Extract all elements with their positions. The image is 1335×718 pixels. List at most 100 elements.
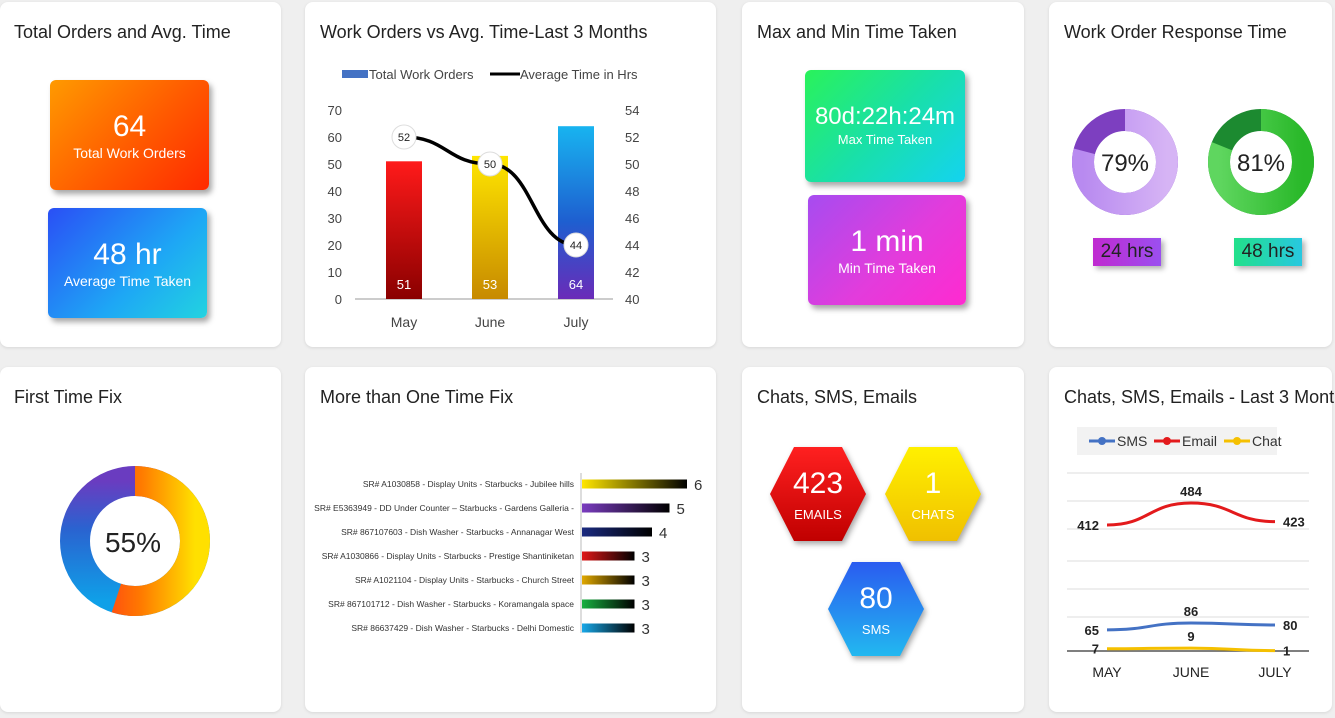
legend-bar-label: Total Work Orders bbox=[369, 67, 474, 82]
hbar-value-label: 6 bbox=[694, 477, 702, 494]
legend-bar-swatch bbox=[342, 70, 368, 78]
y-tick-label: 60 bbox=[328, 130, 342, 145]
bar-value-label: 51 bbox=[397, 277, 411, 292]
hbar bbox=[582, 479, 687, 489]
donut-79: 79% bbox=[1072, 109, 1178, 215]
card-title: Chats, SMS, Emails bbox=[757, 387, 918, 407]
trend-value-label: 9 bbox=[1187, 629, 1194, 644]
hbar bbox=[582, 551, 635, 561]
line-value-label: 44 bbox=[570, 240, 582, 252]
line-value-label: 50 bbox=[484, 159, 496, 171]
chats-hexagon[interactable]: 1 CHATS bbox=[885, 447, 981, 541]
hbar-category-label: SR# 867107603 - Dish Washer - Starbucks … bbox=[341, 527, 575, 537]
card-max-min: Max and Min Time Taken 80d:22h:24m Max T… bbox=[742, 2, 1024, 347]
card-first-time-fix: First Time Fix 55% bbox=[0, 367, 281, 712]
legend-line-label: Average Time in Hrs bbox=[520, 67, 638, 82]
hbar bbox=[582, 599, 635, 609]
total-work-orders-label: Total Work Orders bbox=[73, 145, 186, 161]
total-work-orders-tile[interactable]: 64 Total Work Orders bbox=[50, 80, 209, 190]
trend-value-label: 1 bbox=[1283, 644, 1290, 659]
hbar-category-label: SR# A1030866 - Display Units - Starbucks… bbox=[322, 551, 575, 561]
y-tick-label: 0 bbox=[335, 292, 342, 307]
trend-line-email bbox=[1106, 501, 1276, 527]
trend-legend-label: Chat bbox=[1252, 433, 1282, 449]
y2-tick-label: 54 bbox=[625, 103, 639, 118]
trend-value-label: 7 bbox=[1092, 642, 1099, 657]
work-orders-chart: Total Work Orders Average Time in Hrs 0 1… bbox=[328, 67, 640, 330]
y2-tick-label: 42 bbox=[625, 265, 639, 280]
min-time-tile[interactable]: 1 min Min Time Taken bbox=[808, 195, 966, 305]
trend-value-label: 412 bbox=[1077, 518, 1099, 533]
card-work-orders-chart: Work Orders vs Avg. Time-Last 3 Months T… bbox=[305, 2, 716, 347]
card-chats-sms-emails: Chats, SMS, Emails 423 EMAILS 1 CHATS 80… bbox=[742, 367, 1024, 712]
trend-legend-label: Email bbox=[1182, 433, 1217, 449]
hbar-category-label: SR# 86637429 - Dish Washer - Starbucks -… bbox=[351, 623, 574, 633]
trend-legend-marker bbox=[1233, 437, 1241, 445]
emails-hexagon[interactable]: 423 EMAILS bbox=[770, 447, 866, 541]
y-tick-label: 50 bbox=[328, 157, 342, 172]
donut-79-label: 79% bbox=[1101, 150, 1149, 177]
hbar bbox=[582, 575, 635, 585]
card-total-orders: Total Orders and Avg. Time 64 Total Work… bbox=[0, 2, 281, 347]
y2-tick-label: 40 bbox=[625, 292, 639, 307]
y-tick-label: 20 bbox=[328, 238, 342, 253]
trend-x-tick-label: JULY bbox=[1258, 664, 1292, 680]
response-donuts: 79% 81% bbox=[1072, 109, 1314, 215]
y-tick-label: 10 bbox=[328, 265, 342, 280]
hbar-value-label: 3 bbox=[642, 621, 650, 638]
hbar bbox=[582, 503, 670, 513]
max-time-tile[interactable]: 80d:22h:24m Max Time Taken bbox=[805, 70, 965, 182]
y-tick-label: 30 bbox=[328, 211, 342, 226]
card-chats-trend: Chats, SMS, Emails - Last 3 Months SMS Em… bbox=[1049, 367, 1335, 712]
average-time-value: 48 hr bbox=[93, 238, 162, 271]
chats-value: 1 bbox=[924, 467, 942, 500]
min-time-value: 1 min bbox=[850, 225, 924, 258]
trend-value-label: 484 bbox=[1180, 484, 1202, 499]
trend-legend-label: SMS bbox=[1117, 433, 1147, 449]
line-value-label: 52 bbox=[398, 132, 410, 144]
hbar-category-label: SR# A1030858 - Display Units - Starbucks… bbox=[363, 479, 574, 489]
sms-hexagon[interactable]: 80 SMS bbox=[828, 562, 924, 656]
y2-tick-label: 44 bbox=[625, 238, 639, 253]
emails-value: 423 bbox=[792, 467, 844, 500]
card-title: Max and Min Time Taken bbox=[757, 22, 957, 42]
average-time-tile[interactable]: 48 hr Average Time Taken bbox=[48, 208, 207, 318]
hbar-value-label: 3 bbox=[642, 573, 650, 590]
hbar-category-label: SR# E5363949 - DD Under Counter – Starbu… bbox=[314, 503, 574, 513]
y-tick-label: 40 bbox=[328, 184, 342, 199]
y2-tick-label: 48 bbox=[625, 184, 639, 199]
response-badge-24: 24 hrs bbox=[1093, 238, 1161, 266]
trend-legend-marker bbox=[1163, 437, 1171, 445]
chats-trend-chart: SMS Email Chat MAY JUNE JULY 65 86 80 412 484 423… bbox=[1067, 427, 1309, 680]
trend-x-tick-label: MAY bbox=[1092, 664, 1122, 680]
hbar-category-label: SR# A1021104 - Display Units - Starbucks… bbox=[355, 575, 575, 585]
chats-label: CHATS bbox=[911, 507, 955, 522]
card-title: Total Orders and Avg. Time bbox=[14, 22, 231, 42]
hbar bbox=[582, 623, 635, 633]
donut-81-label: 81% bbox=[1237, 150, 1285, 177]
y-tick-label: 70 bbox=[328, 103, 342, 118]
card-more-than-one-fix: More than One Time Fix SR# A1030858 - Di… bbox=[305, 367, 716, 712]
x-tick-label: May bbox=[391, 314, 417, 330]
x-tick-label: July bbox=[564, 314, 589, 330]
trend-value-label: 65 bbox=[1085, 623, 1099, 638]
total-work-orders-value: 64 bbox=[112, 110, 147, 143]
response-badge-48: 48 hrs bbox=[1234, 238, 1302, 266]
hbar-value-label: 3 bbox=[642, 597, 650, 614]
bar bbox=[558, 126, 594, 299]
sms-label: SMS bbox=[861, 622, 891, 637]
sms-value: 80 bbox=[859, 582, 893, 615]
emails-label: EMAILS bbox=[794, 507, 842, 522]
trend-value-label: 86 bbox=[1184, 604, 1198, 619]
chart-legend: Total Work Orders Average Time in Hrs bbox=[342, 67, 638, 82]
hbar-value-label: 5 bbox=[677, 501, 685, 518]
hbar-value-label: 4 bbox=[659, 525, 667, 542]
average-time-label: Average Time Taken bbox=[63, 273, 192, 289]
max-time-value: 80d:22h:24m bbox=[814, 103, 956, 130]
min-time-label: Min Time Taken bbox=[838, 260, 936, 276]
first-time-fix-donut: 55% bbox=[60, 466, 210, 616]
trend-x-tick-label: JUNE bbox=[1173, 664, 1210, 680]
hbar bbox=[582, 527, 652, 537]
bar-value-label: 64 bbox=[569, 277, 583, 292]
hbar-category-label: SR# 867101712 - Dish Washer - Starbucks … bbox=[328, 599, 574, 609]
